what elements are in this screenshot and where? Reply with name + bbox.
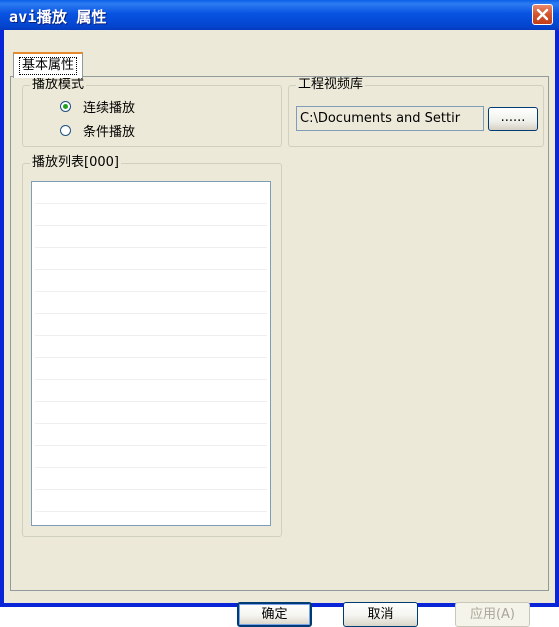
playlist-legend: 播放列表[000] bbox=[30, 155, 121, 171]
tab-panel: 播放模式 连续播放 条件播放 工程视频库 C:\Documents and Se… bbox=[10, 76, 549, 591]
tab-label: 基本属性 bbox=[19, 57, 78, 75]
play-mode-group: 播放模式 连续播放 条件播放 bbox=[22, 77, 282, 147]
list-item[interactable] bbox=[35, 468, 267, 490]
list-item[interactable] bbox=[35, 292, 267, 314]
radio-button-unchecked[interactable] bbox=[60, 124, 71, 136]
title-bar[interactable]: avi播放 属性 bbox=[0, 0, 559, 30]
radio-label-continuous: 连续播放 bbox=[83, 100, 136, 116]
radio-button-checked[interactable] bbox=[60, 100, 71, 112]
dialog-body: 基本属性 播放模式 连续播放 条件播放 工程视频库 C:\Documents a… bbox=[4, 30, 555, 627]
browse-button[interactable]: ...... bbox=[488, 107, 538, 131]
list-item[interactable] bbox=[35, 182, 267, 204]
dialog-window: avi播放 属性 基本属性 播放模式 连续播放 条件播放 工程视频库 C:\Do… bbox=[0, 0, 559, 627]
radio-continuous-play[interactable]: 连续播放 bbox=[60, 97, 136, 116]
video-library-legend: 工程视频库 bbox=[296, 77, 366, 93]
apply-button[interactable]: 应用(A) bbox=[455, 602, 530, 627]
play-mode-legend: 播放模式 bbox=[30, 77, 87, 93]
list-item[interactable] bbox=[35, 204, 267, 226]
list-item[interactable] bbox=[35, 446, 267, 468]
close-button[interactable] bbox=[532, 4, 553, 25]
list-item[interactable] bbox=[35, 226, 267, 248]
window-title: avi播放 属性 bbox=[9, 8, 107, 26]
list-item[interactable] bbox=[35, 358, 267, 380]
cancel-button[interactable]: 取消 bbox=[343, 602, 418, 627]
list-item[interactable] bbox=[35, 270, 267, 292]
ok-button[interactable]: 确定 bbox=[237, 602, 312, 627]
list-item[interactable] bbox=[35, 248, 267, 270]
list-item[interactable] bbox=[35, 402, 267, 424]
tab-basic-properties[interactable]: 基本属性 bbox=[13, 52, 84, 78]
playlist-listbox[interactable] bbox=[31, 181, 271, 526]
radio-conditional-play[interactable]: 条件播放 bbox=[60, 121, 136, 140]
list-item[interactable] bbox=[35, 424, 267, 446]
video-library-group: 工程视频库 C:\Documents and Settir ...... bbox=[288, 77, 544, 147]
radio-label-conditional: 条件播放 bbox=[83, 124, 136, 140]
list-item[interactable] bbox=[35, 336, 267, 358]
close-icon bbox=[536, 8, 549, 21]
list-item[interactable] bbox=[35, 490, 267, 512]
video-path-field[interactable]: C:\Documents and Settir bbox=[296, 106, 484, 131]
list-item[interactable] bbox=[35, 380, 267, 402]
list-item[interactable] bbox=[35, 314, 267, 336]
playlist-group: 播放列表[000] bbox=[22, 155, 282, 537]
